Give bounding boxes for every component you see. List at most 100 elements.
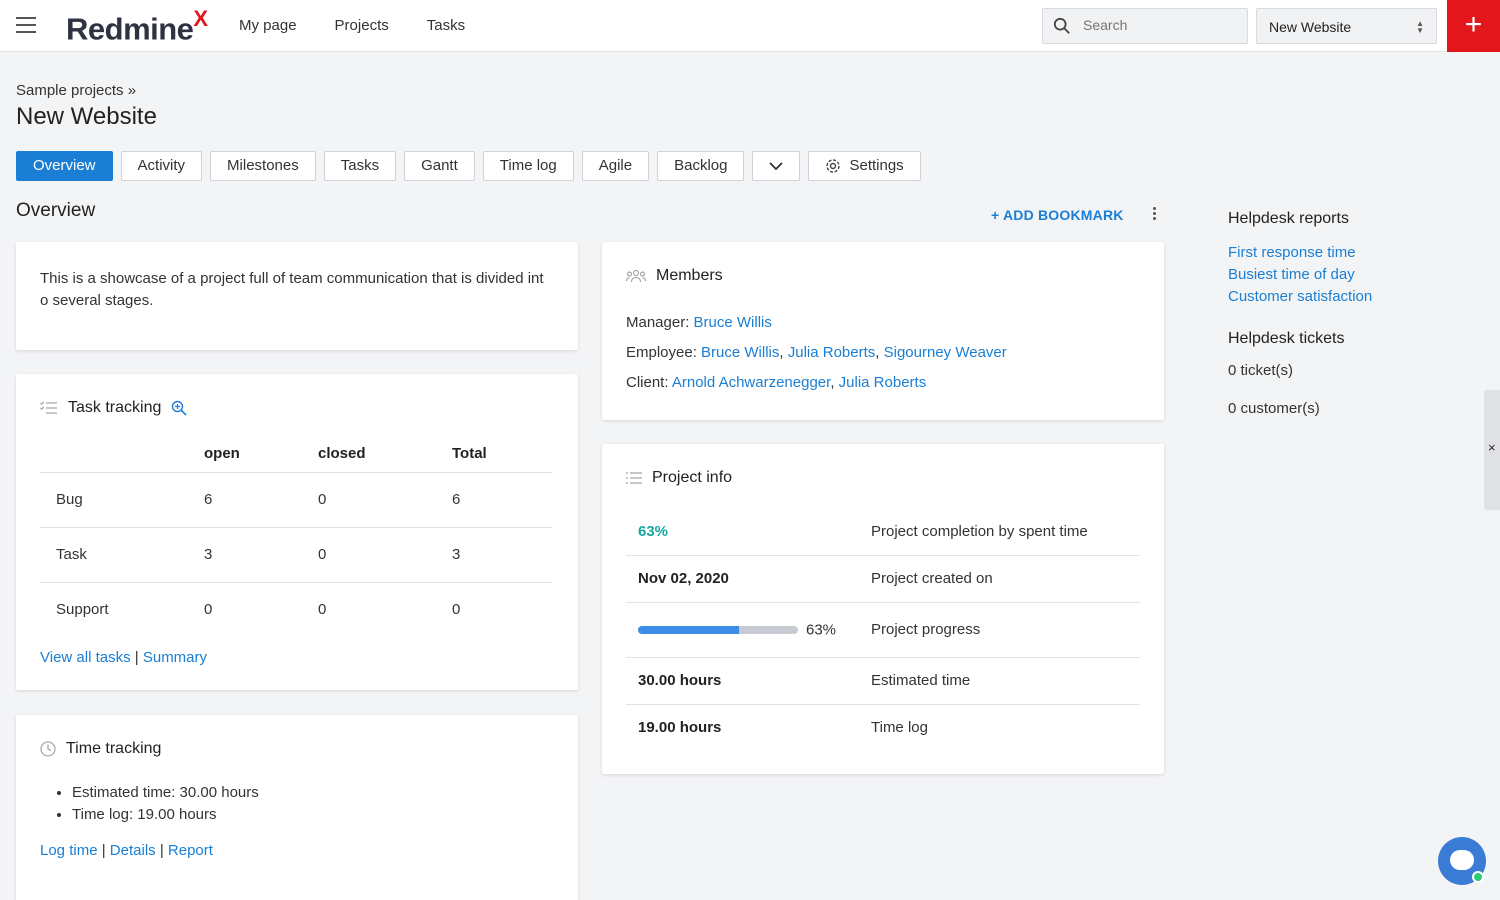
link-separator: |: [159, 842, 164, 859]
closed-count[interactable]: 0: [318, 582, 452, 637]
page-title: New Website: [16, 103, 157, 130]
tracker-name: Task: [40, 527, 204, 583]
tab-milestones[interactable]: Milestones: [210, 151, 316, 181]
chat-bubble-icon: [1450, 850, 1474, 870]
report-link-first-response[interactable]: First response time: [1228, 242, 1468, 264]
project-description: This is a showcase of a project full of …: [16, 242, 578, 350]
table-row: Nov 02, 2020 Project created on: [626, 555, 1140, 603]
top-bar: RedmineX My page Projects Tasks New Webs…: [0, 0, 1500, 52]
project-selector-value: New Website: [1269, 19, 1352, 35]
tab-activity[interactable]: Activity: [120, 151, 203, 181]
member-link[interactable]: Julia Roberts: [788, 344, 876, 361]
time-tracking-list: Estimated time: 30.00 hours Time log: 19…: [72, 782, 259, 826]
list-item: Estimated time: 30.00 hours: [72, 782, 259, 804]
open-count[interactable]: 6: [204, 472, 318, 528]
more-options-icon[interactable]: [1146, 207, 1162, 223]
task-tracking-links: View all tasks | Summary: [40, 649, 207, 666]
column-header: [40, 436, 204, 473]
chat-widget-button[interactable]: [1438, 837, 1486, 885]
checklist-icon: [40, 401, 57, 414]
link-separator: |: [101, 842, 106, 859]
search-box[interactable]: [1042, 8, 1248, 44]
tab-settings[interactable]: Settings: [808, 151, 921, 181]
project-tabs: Overview Activity Milestones Tasks Gantt…: [16, 151, 921, 181]
log-time-link[interactable]: Log time: [40, 842, 98, 859]
client-label: Client:: [626, 374, 669, 391]
new-item-button[interactable]: +: [1447, 0, 1500, 52]
close-icon[interactable]: ×: [1488, 440, 1496, 455]
progress-text: 63%: [806, 621, 837, 639]
manager-row: Manager: Bruce Willis: [626, 308, 1007, 338]
project-selector[interactable]: New Website ▲ ▼: [1256, 8, 1437, 44]
open-count[interactable]: 3: [204, 527, 318, 583]
report-link[interactable]: Report: [168, 842, 213, 859]
list-item: Time log: 19.00 hours: [72, 804, 259, 826]
breadcrumb[interactable]: Sample projects »: [16, 82, 136, 99]
total-count[interactable]: 0: [452, 582, 552, 637]
table-row: Support 0 0 0: [40, 582, 552, 637]
table-header-row: open closed Total: [40, 436, 552, 473]
search-input[interactable]: [1083, 17, 1233, 33]
details-link[interactable]: Details: [110, 842, 156, 859]
report-link-busiest-time[interactable]: Busiest time of day: [1228, 264, 1468, 286]
closed-count[interactable]: 0: [318, 472, 452, 528]
task-tracking-title: Task tracking: [68, 399, 162, 416]
section-title: Overview: [16, 200, 96, 221]
chevron-down-icon: [769, 162, 784, 171]
search-icon: [1053, 17, 1070, 34]
open-count[interactable]: 0: [204, 582, 318, 637]
table-row: 63% Project completion by spent time: [626, 508, 1140, 556]
project-info-title: Project info: [652, 469, 733, 486]
member-link[interactable]: Arnold Achwarzenegger: [672, 374, 830, 391]
tab-tasks[interactable]: Tasks: [323, 151, 397, 181]
member-link[interactable]: Bruce Willis: [694, 314, 772, 331]
report-link-satisfaction[interactable]: Customer satisfaction: [1228, 286, 1468, 308]
tab-settings-label: Settings: [849, 157, 904, 174]
task-tracking-card: Task tracking open closed Total Bug 6 0 …: [16, 374, 578, 690]
estimated-label: Estimated time: [871, 657, 1140, 705]
customers-count: 0 customer(s): [1228, 400, 1320, 417]
tab-agile[interactable]: Agile: [581, 151, 650, 181]
manager-label: Manager:: [626, 314, 690, 331]
add-bookmark-button[interactable]: + ADD BOOKMARK: [991, 207, 1124, 223]
total-count[interactable]: 6: [452, 472, 552, 528]
plus-icon: +: [991, 207, 1000, 223]
view-all-tasks-link[interactable]: View all tasks: [40, 649, 131, 666]
nav-projects[interactable]: Projects: [335, 17, 389, 34]
helpdesk-reports-title: Helpdesk reports: [1228, 210, 1349, 227]
list-icon: [626, 472, 642, 484]
tab-backlog[interactable]: Backlog: [657, 151, 745, 181]
tab-more-dropdown[interactable]: [752, 151, 801, 181]
summary-link[interactable]: Summary: [143, 649, 207, 666]
time-tracking-card: Time tracking Estimated time: 30.00 hour…: [16, 715, 578, 900]
member-link[interactable]: Sigourney Weaver: [884, 344, 1007, 361]
table-row: 63% Project progress: [626, 602, 1140, 658]
project-info-card: Project info 63% Project completion by s…: [602, 444, 1164, 774]
zoom-in-icon[interactable]: [171, 400, 187, 416]
total-count[interactable]: 3: [452, 527, 552, 583]
member-link[interactable]: Julia Roberts: [839, 374, 927, 391]
completion-value: 63%: [638, 522, 669, 540]
members-list: Manager: Bruce Willis Employee: Bruce Wi…: [626, 308, 1007, 398]
estimated-value: 30.00 hours: [626, 657, 871, 705]
app-logo[interactable]: RedmineX: [66, 6, 208, 47]
tab-gantt[interactable]: Gantt: [404, 151, 475, 181]
tab-time-log[interactable]: Time log: [482, 151, 574, 181]
link-separator: |: [134, 649, 139, 666]
time-tracking-title: Time tracking: [66, 740, 162, 757]
closed-count[interactable]: 0: [318, 527, 452, 583]
gear-icon: [826, 159, 841, 173]
members-card: Members Manager: Bruce Willis Employee: …: [602, 242, 1164, 420]
helpdesk-sidebar: Helpdesk reports First response time Bus…: [1228, 210, 1468, 428]
tab-overview[interactable]: Overview: [16, 151, 113, 181]
sidebar-toggle-tab[interactable]: ×: [1484, 390, 1500, 510]
created-value: Nov 02, 2020: [626, 555, 871, 603]
table-row: 30.00 hours Estimated time: [626, 657, 1140, 705]
hamburger-menu-icon[interactable]: [16, 17, 36, 33]
member-link[interactable]: Bruce Willis: [701, 344, 779, 361]
employee-label: Employee:: [626, 344, 697, 361]
task-tracking-table: open closed Total Bug 6 0 6 Task 3 0 3 S…: [40, 436, 552, 637]
helpdesk-tickets-title: Helpdesk tickets: [1228, 330, 1345, 347]
nav-tasks[interactable]: Tasks: [427, 17, 465, 34]
nav-my-page[interactable]: My page: [239, 17, 297, 34]
